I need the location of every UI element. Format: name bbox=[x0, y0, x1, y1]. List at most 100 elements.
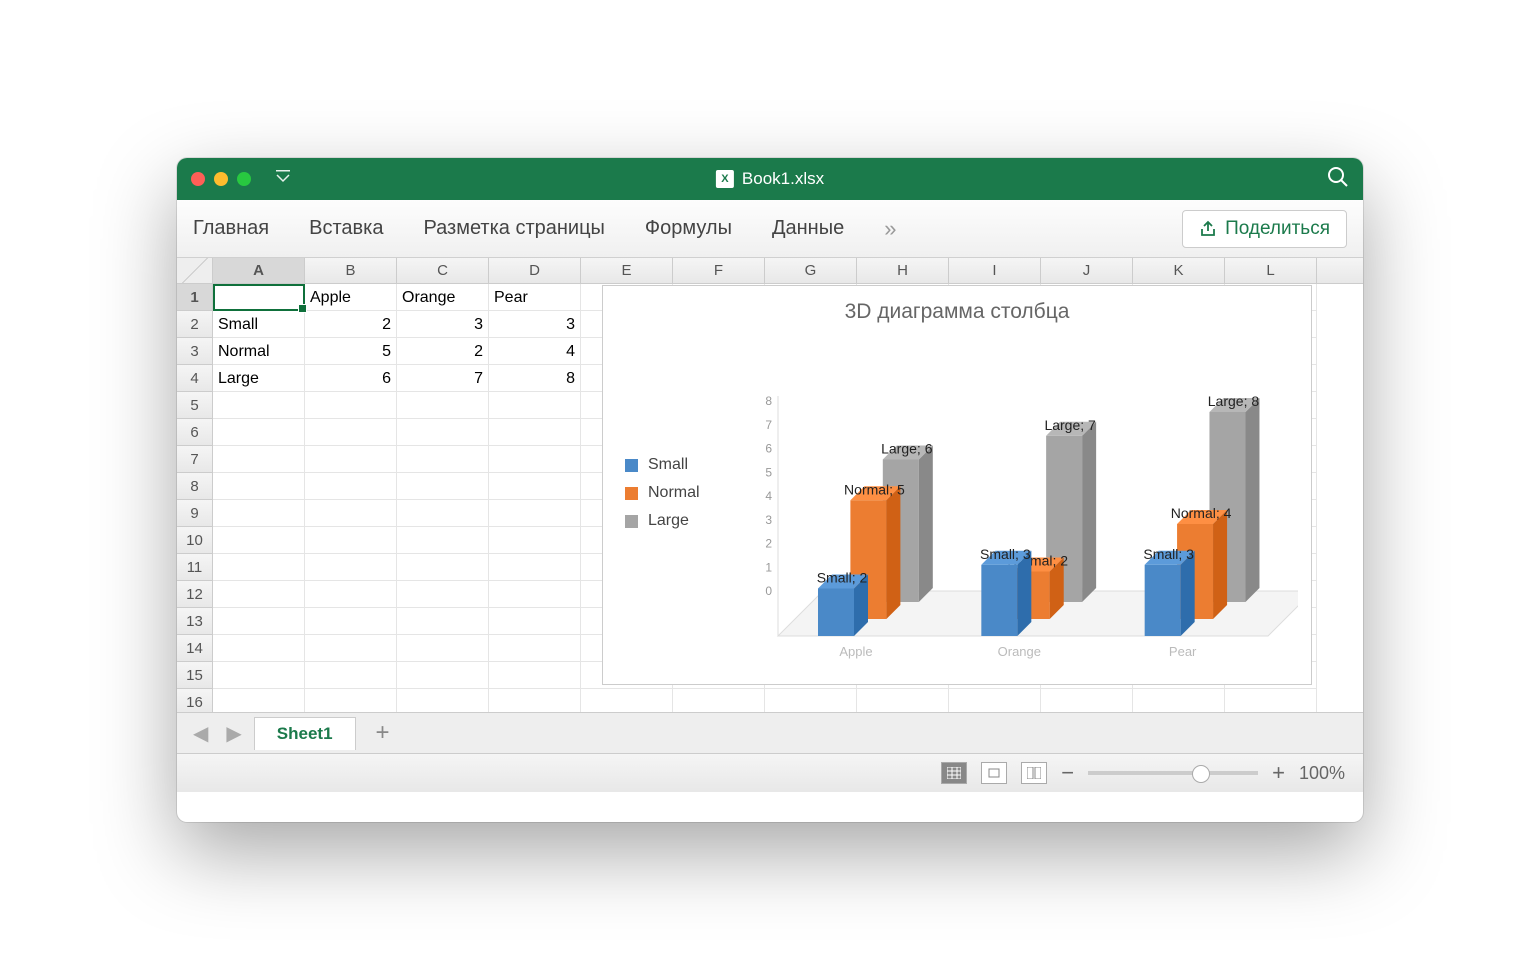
column-header[interactable]: I bbox=[949, 258, 1041, 283]
minimize-icon[interactable] bbox=[214, 172, 228, 186]
cell[interactable] bbox=[213, 689, 305, 712]
row-header[interactable]: 1 bbox=[177, 284, 213, 311]
row-header[interactable]: 8 bbox=[177, 473, 213, 500]
cell[interactable] bbox=[489, 392, 581, 419]
cell[interactable] bbox=[397, 527, 489, 554]
row-header[interactable]: 4 bbox=[177, 365, 213, 392]
cell[interactable] bbox=[1133, 689, 1225, 712]
legend-item[interactable]: Small bbox=[625, 456, 700, 474]
tab-home[interactable]: Главная bbox=[193, 217, 269, 240]
cell[interactable] bbox=[213, 446, 305, 473]
cell[interactable]: Small bbox=[213, 311, 305, 338]
cell[interactable] bbox=[305, 527, 397, 554]
tab-insert[interactable]: Вставка bbox=[309, 217, 383, 240]
row-header[interactable]: 2 bbox=[177, 311, 213, 338]
cell[interactable] bbox=[397, 419, 489, 446]
row-header[interactable]: 13 bbox=[177, 608, 213, 635]
cell[interactable] bbox=[213, 581, 305, 608]
cell[interactable]: 6 bbox=[305, 365, 397, 392]
row-header[interactable]: 14 bbox=[177, 635, 213, 662]
row-header[interactable]: 12 bbox=[177, 581, 213, 608]
row-header[interactable]: 7 bbox=[177, 446, 213, 473]
cell[interactable]: 3 bbox=[397, 311, 489, 338]
cell[interactable] bbox=[489, 608, 581, 635]
cell[interactable] bbox=[213, 527, 305, 554]
cell[interactable] bbox=[305, 500, 397, 527]
column-header[interactable]: E bbox=[581, 258, 673, 283]
maximize-icon[interactable] bbox=[237, 172, 251, 186]
cell[interactable] bbox=[489, 689, 581, 712]
cell[interactable] bbox=[397, 581, 489, 608]
cell[interactable] bbox=[213, 500, 305, 527]
zoom-slider[interactable] bbox=[1088, 771, 1258, 775]
cell[interactable] bbox=[305, 554, 397, 581]
cell[interactable] bbox=[305, 473, 397, 500]
cell[interactable] bbox=[305, 581, 397, 608]
column-header[interactable]: J bbox=[1041, 258, 1133, 283]
row-header[interactable]: 6 bbox=[177, 419, 213, 446]
cell[interactable] bbox=[213, 284, 305, 311]
column-header[interactable]: F bbox=[673, 258, 765, 283]
view-page-layout-icon[interactable] bbox=[981, 762, 1007, 784]
cell[interactable] bbox=[581, 689, 673, 712]
cell[interactable] bbox=[213, 554, 305, 581]
cell[interactable] bbox=[213, 473, 305, 500]
zoom-level[interactable]: 100% bbox=[1299, 763, 1345, 784]
cell[interactable]: Pear bbox=[489, 284, 581, 311]
cell[interactable] bbox=[397, 500, 489, 527]
cell[interactable] bbox=[213, 392, 305, 419]
cell[interactable] bbox=[305, 608, 397, 635]
cell[interactable] bbox=[305, 635, 397, 662]
cell[interactable] bbox=[397, 689, 489, 712]
row-header[interactable]: 9 bbox=[177, 500, 213, 527]
row-header[interactable]: 15 bbox=[177, 662, 213, 689]
worksheet-grid[interactable]: ABCDEFGHIJKL 1AppleOrangePear2Small2333N… bbox=[177, 258, 1363, 712]
cell[interactable] bbox=[489, 473, 581, 500]
column-header[interactable]: G bbox=[765, 258, 857, 283]
cell[interactable]: 3 bbox=[489, 311, 581, 338]
cell[interactable] bbox=[397, 473, 489, 500]
view-normal-icon[interactable] bbox=[941, 762, 967, 784]
row-header[interactable]: 5 bbox=[177, 392, 213, 419]
cell[interactable] bbox=[949, 689, 1041, 712]
row-header[interactable]: 16 bbox=[177, 689, 213, 712]
cell[interactable] bbox=[673, 689, 765, 712]
tab-formulas[interactable]: Формулы bbox=[645, 217, 732, 240]
chart-plot-area[interactable]: 012345678Large; 6Normal; 5Small; 2AppleL… bbox=[738, 346, 1298, 676]
cell[interactable]: 8 bbox=[489, 365, 581, 392]
tab-data[interactable]: Данные bbox=[772, 217, 844, 240]
column-header[interactable]: K bbox=[1133, 258, 1225, 283]
share-button[interactable]: Поделиться bbox=[1182, 210, 1347, 248]
cell[interactable] bbox=[489, 446, 581, 473]
row-header[interactable]: 10 bbox=[177, 527, 213, 554]
cell[interactable] bbox=[489, 581, 581, 608]
cell[interactable] bbox=[489, 554, 581, 581]
view-page-break-icon[interactable] bbox=[1021, 762, 1047, 784]
column-header[interactable]: A bbox=[213, 258, 305, 283]
more-tabs-icon[interactable]: » bbox=[884, 216, 896, 242]
tab-page-layout[interactable]: Разметка страницы bbox=[423, 217, 604, 240]
cell[interactable] bbox=[305, 689, 397, 712]
legend-item[interactable]: Normal bbox=[625, 484, 700, 502]
cell[interactable]: 2 bbox=[305, 311, 397, 338]
cell[interactable]: Orange bbox=[397, 284, 489, 311]
cell[interactable] bbox=[305, 446, 397, 473]
cell[interactable] bbox=[213, 635, 305, 662]
close-icon[interactable] bbox=[191, 172, 205, 186]
cell[interactable]: 5 bbox=[305, 338, 397, 365]
sheet-next-icon[interactable]: ▶ bbox=[220, 721, 247, 746]
cell[interactable] bbox=[489, 635, 581, 662]
sheet-prev-icon[interactable]: ◀ bbox=[187, 721, 214, 746]
cell[interactable] bbox=[397, 608, 489, 635]
cell[interactable]: 2 bbox=[397, 338, 489, 365]
cell[interactable] bbox=[397, 392, 489, 419]
cell[interactable]: 4 bbox=[489, 338, 581, 365]
cell[interactable] bbox=[213, 608, 305, 635]
column-header[interactable]: B bbox=[305, 258, 397, 283]
cell[interactable] bbox=[397, 554, 489, 581]
titlebar[interactable]: X Book1.xlsx bbox=[177, 158, 1363, 200]
zoom-in-icon[interactable]: + bbox=[1272, 760, 1285, 786]
cell[interactable] bbox=[765, 689, 857, 712]
cell[interactable] bbox=[397, 446, 489, 473]
column-header[interactable]: L bbox=[1225, 258, 1317, 283]
